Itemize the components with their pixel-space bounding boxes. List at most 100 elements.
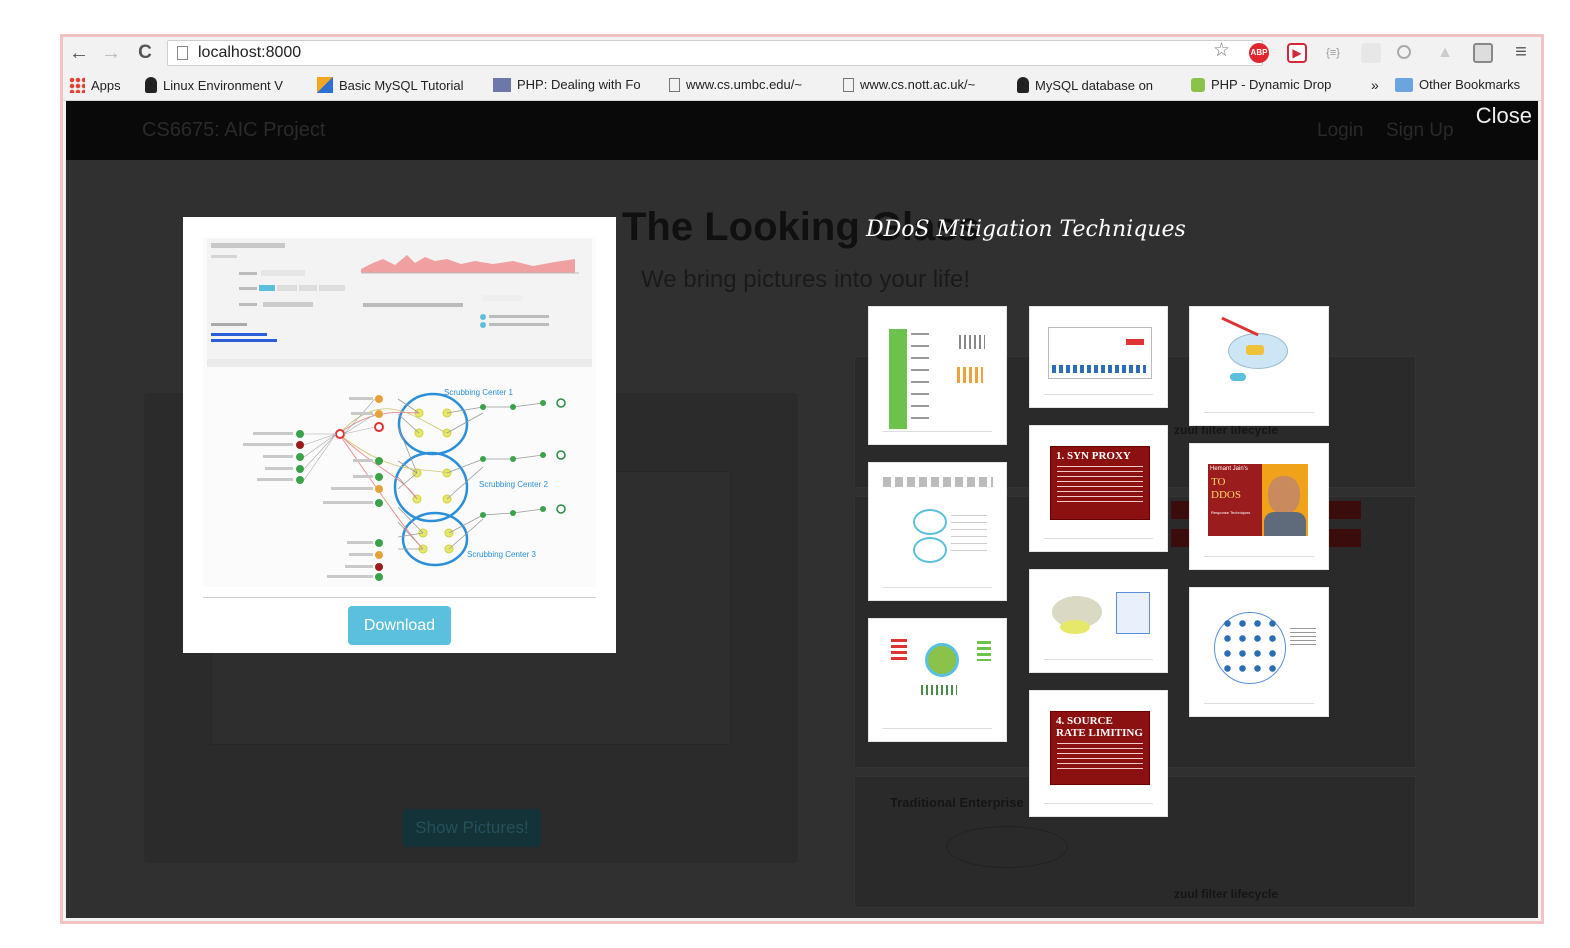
thumb-art — [951, 515, 987, 555]
gallery-thumbnail[interactable] — [868, 306, 1007, 445]
mysql-tutorial-icon — [317, 77, 333, 93]
thumb-base — [1203, 556, 1315, 557]
thumb-art — [883, 477, 993, 487]
thumb-art — [1246, 345, 1264, 355]
other-bookmarks[interactable]: Other Bookmarks — [1395, 77, 1520, 92]
thumb-art — [913, 537, 947, 563]
portrait — [1264, 512, 1306, 536]
thumb-base — [1043, 538, 1154, 539]
thumb-art — [1126, 339, 1144, 345]
thumb-art — [891, 639, 907, 663]
thumb-base — [1043, 803, 1154, 804]
back-button[interactable]: ← — [67, 41, 91, 65]
thumb-art — [977, 641, 991, 661]
slide-hemant-jain: Hemant Jain's TO DDOS Response Technique… — [1208, 464, 1308, 536]
bookmark-apps[interactable]: Apps — [69, 77, 121, 93]
thumb-art — [925, 643, 959, 677]
address-bar[interactable]: localhost:8000 — [167, 40, 1263, 66]
page-icon — [843, 78, 854, 92]
gallery-thumbnail[interactable]: 1. SYN PROXY — [1029, 425, 1168, 552]
thumb-art — [1116, 592, 1150, 634]
center-label: Scrubbing Center 3 — [467, 550, 536, 559]
bg-label-enterprise: Traditional Enterprise — [890, 795, 1024, 810]
thumb-base — [1203, 412, 1315, 413]
star-icon[interactable]: ☆ — [1213, 39, 1230, 62]
site-brand[interactable]: CS6675: AIC Project — [142, 119, 325, 142]
thumb-base — [882, 587, 993, 588]
gallery-thumbnail[interactable]: Hemant Jain's TO DDOS Response Technique… — [1189, 443, 1329, 570]
thumb-base — [1043, 659, 1154, 660]
thumb-art — [1230, 373, 1246, 381]
gallery-thumbnail[interactable]: 4. SOURCE RATE LIMITING — [1029, 690, 1168, 817]
thumb-art — [1060, 620, 1090, 634]
preview-image: Scrubbing Center 1 Scrubbing Center 2 Sc… — [203, 237, 596, 587]
slide-body — [1057, 466, 1143, 506]
browser-toolbar: ← → C localhost:8000 ☆ ABP ▶ {≡} ▲ ≡ — [63, 37, 1541, 70]
gallery-thumbnail[interactable] — [1189, 306, 1329, 426]
bg-network-cloud — [946, 826, 1068, 868]
bookmark-php-dealing[interactable]: PHP: Dealing with Fo — [493, 77, 651, 92]
bookmark-nott[interactable]: www.cs.nott.ac.uk/~ — [843, 77, 1001, 92]
ext-grey-icon[interactable] — [1361, 43, 1381, 63]
gallery-thumbnail[interactable] — [1029, 569, 1168, 673]
gallery-thumbnail[interactable] — [868, 618, 1007, 742]
gallery-thumbnail[interactable] — [868, 462, 1007, 601]
thumb-art — [921, 685, 957, 695]
slide-source-rate: 4. SOURCE RATE LIMITING — [1050, 711, 1150, 785]
thumb-base — [882, 728, 993, 729]
thumb-art — [911, 333, 929, 423]
browser-window: ← → C localhost:8000 ☆ ABP ▶ {≡} ▲ ≡ App… — [60, 34, 1544, 924]
bookmark-php-dynamic[interactable]: PHP - Dynamic Drop — [1191, 77, 1351, 92]
bookmark-mysql-tutorial[interactable]: Basic MySQL Tutorial — [317, 77, 464, 93]
menu-icon[interactable]: ≡ — [1511, 42, 1531, 63]
gallery-thumbnail[interactable] — [1189, 587, 1329, 717]
bookmark-umbc[interactable]: www.cs.umbc.edu/~ — [669, 77, 825, 92]
slide-text: Response Techniques — [1211, 510, 1251, 515]
json-icon[interactable]: {≡} — [1323, 43, 1343, 63]
gallery-thumbnail[interactable] — [1029, 306, 1168, 408]
show-pictures-button[interactable]: Show Pictures! — [403, 809, 541, 847]
thumb-base — [882, 431, 993, 432]
divider — [203, 597, 596, 598]
hero-subtitle: We bring pictures into your life! — [641, 266, 971, 293]
thumb-art — [1290, 628, 1316, 648]
page-content: CS6675: AIC Project Login Sign Up The Lo… — [66, 101, 1538, 918]
portrait — [1268, 476, 1300, 514]
thumb-art — [913, 509, 947, 535]
linux-icon — [1017, 77, 1029, 93]
bg-label-zuul: zuul filter lifecycle — [1174, 887, 1279, 901]
search-ext-icon[interactable] — [1397, 45, 1411, 59]
apps-icon — [69, 77, 85, 93]
ext-red-icon[interactable]: ▶ — [1287, 43, 1307, 63]
more-bookmarks-button[interactable]: » — [1371, 77, 1379, 93]
download-button[interactable]: Download — [348, 606, 451, 645]
bookmarks-bar: Apps Linux Environment V Basic MySQL Tut… — [63, 70, 1541, 101]
site-navbar: CS6675: AIC Project Login Sign Up — [66, 101, 1538, 160]
signup-link[interactable]: Sign Up — [1386, 120, 1454, 142]
ext-window-icon[interactable] — [1473, 43, 1493, 63]
slide-syn-proxy: 1. SYN PROXY — [1050, 446, 1150, 520]
linux-icon — [145, 77, 157, 93]
slide-title: 1. SYN PROXY — [1056, 450, 1131, 462]
thumb-art — [1220, 616, 1280, 676]
thumb-art — [959, 335, 985, 349]
reload-button[interactable]: C — [133, 41, 157, 65]
ext-drive-icon[interactable]: ▲ — [1435, 43, 1455, 63]
slide-text: TO DDOS — [1211, 476, 1241, 501]
thumb-art — [957, 367, 983, 383]
thumb-base — [1043, 394, 1154, 395]
thumb-art — [1052, 365, 1146, 373]
forward-button[interactable]: → — [99, 41, 123, 65]
center-label: Scrubbing Center 2 — [479, 480, 548, 489]
abp-icon[interactable]: ABP — [1249, 43, 1269, 63]
thumb-art — [1221, 316, 1259, 337]
page-icon — [669, 78, 680, 92]
thumb-art — [889, 329, 907, 429]
bookmark-mysql-db[interactable]: MySQL database on — [1017, 77, 1173, 93]
close-button[interactable]: Close — [1476, 103, 1532, 129]
php-icon — [493, 78, 511, 92]
login-link[interactable]: Login — [1317, 120, 1364, 142]
url-text: localhost:8000 — [198, 44, 302, 61]
slide-title: 4. SOURCE RATE LIMITING — [1056, 715, 1143, 739]
bookmark-linux-env[interactable]: Linux Environment V — [145, 77, 305, 93]
